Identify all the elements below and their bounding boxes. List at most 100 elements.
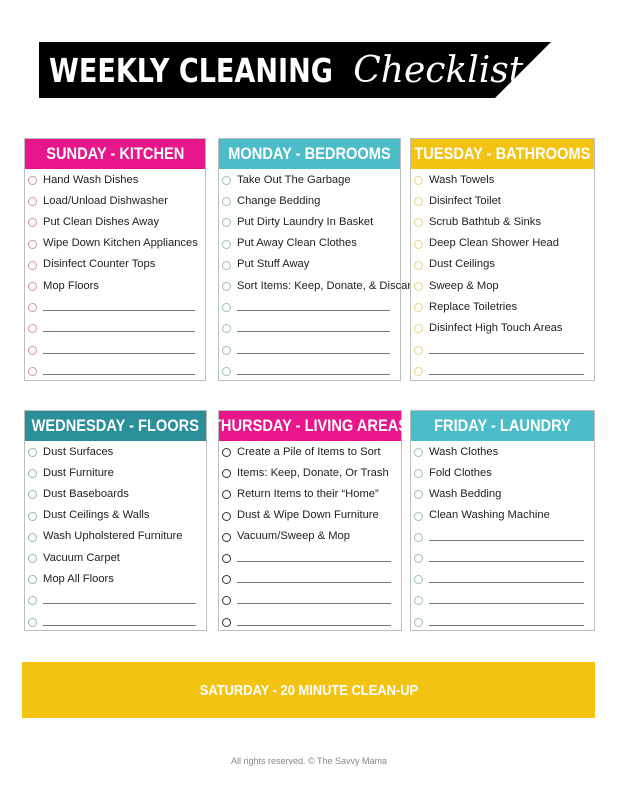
checkbox-circle-icon[interactable]	[414, 532, 423, 542]
checklist: Create a Pile of Items to Sort Items: Kee…	[219, 441, 401, 632]
blank-write-line[interactable]	[237, 310, 390, 312]
checklist-item: Disinfect High Touch Areas	[414, 317, 594, 338]
checkbox-circle-icon[interactable]	[28, 448, 37, 458]
checklist-item-label: Vacuum/Sweep & Mop	[237, 530, 350, 543]
checklist-item: Deep Clean Shower Head	[414, 233, 594, 254]
blank-write-line[interactable]	[237, 331, 390, 333]
blank-write-line[interactable]	[237, 352, 390, 354]
blank-write-line[interactable]	[43, 331, 195, 333]
blank-write-line[interactable]	[237, 603, 391, 605]
checkbox-circle-icon[interactable]	[28, 345, 37, 355]
blank-write-line[interactable]	[429, 582, 584, 584]
checklist-item: Put Stuff Away	[222, 254, 400, 275]
checkbox-circle-icon[interactable]	[222, 532, 231, 542]
checkbox-circle-icon[interactable]	[222, 197, 231, 207]
blank-checklist-item	[222, 317, 400, 338]
blank-write-line[interactable]	[237, 582, 391, 584]
checkbox-circle-icon[interactable]	[28, 218, 37, 228]
checkbox-circle-icon[interactable]	[414, 345, 423, 355]
checkbox-circle-icon[interactable]	[28, 511, 37, 521]
checklist-item: Vacuum Carpet	[28, 547, 206, 568]
checkbox-circle-icon[interactable]	[414, 469, 423, 479]
checkbox-circle-icon[interactable]	[222, 218, 231, 228]
checkbox-circle-icon[interactable]	[222, 448, 231, 458]
checkbox-circle-icon[interactable]	[414, 176, 423, 186]
checklist-item: Vacuum/Sweep & Mop	[222, 526, 401, 547]
blank-write-line[interactable]	[429, 539, 584, 541]
checklist-item-label: Fold Clothes	[429, 466, 492, 479]
checkbox-circle-icon[interactable]	[414, 448, 423, 458]
checkbox-circle-icon[interactable]	[28, 303, 37, 313]
checkbox-circle-icon[interactable]	[414, 554, 423, 564]
checkbox-circle-icon[interactable]	[222, 366, 231, 376]
checkbox-circle-icon[interactable]	[28, 532, 37, 542]
checkbox-circle-icon[interactable]	[222, 617, 231, 627]
blank-write-line[interactable]	[43, 373, 195, 375]
checkbox-circle-icon[interactable]	[414, 596, 423, 606]
checkbox-circle-icon[interactable]	[414, 303, 423, 313]
checkbox-circle-icon[interactable]	[222, 345, 231, 355]
checkbox-circle-icon[interactable]	[414, 239, 423, 249]
checkbox-circle-icon[interactable]	[28, 554, 37, 564]
blank-write-line[interactable]	[237, 561, 391, 563]
checklist-item: Take Out The Garbage	[222, 169, 400, 190]
blank-write-line[interactable]	[429, 373, 584, 375]
checkbox-circle-icon[interactable]	[28, 239, 37, 249]
checklist-item-label: Wipe Down Kitchen Appliances	[43, 237, 198, 250]
checkbox-circle-icon[interactable]	[414, 197, 423, 207]
blank-checklist-item	[28, 360, 205, 381]
checklist-item-label: Wash Upholstered Furniture	[43, 530, 183, 543]
checkbox-circle-icon[interactable]	[222, 260, 231, 270]
checkbox-circle-icon[interactable]	[222, 282, 231, 292]
checkbox-circle-icon[interactable]	[28, 197, 37, 207]
checkbox-circle-icon[interactable]	[414, 366, 423, 376]
checklist-item-label: Put Dirty Laundry In Basket	[237, 215, 374, 228]
blank-checklist-item	[414, 339, 594, 360]
blank-write-line[interactable]	[237, 373, 390, 375]
title-banner: WEEKLY CLEANING Checklist	[39, 42, 551, 98]
checklist: Take Out The Garbage Change Bedding Put Di…	[219, 169, 417, 381]
blank-write-line[interactable]	[429, 352, 584, 354]
checkbox-circle-icon[interactable]	[28, 490, 37, 500]
checkbox-circle-icon[interactable]	[222, 596, 231, 606]
checkbox-circle-icon[interactable]	[28, 366, 37, 376]
checkbox-circle-icon[interactable]	[414, 324, 423, 334]
checkbox-circle-icon[interactable]	[28, 324, 37, 334]
checkbox-circle-icon[interactable]	[414, 617, 423, 627]
checkbox-circle-icon[interactable]	[28, 282, 37, 292]
checkbox-circle-icon[interactable]	[222, 303, 231, 313]
blank-write-line[interactable]	[43, 310, 195, 312]
checklist-item: Dust Furniture	[28, 462, 206, 483]
checkbox-circle-icon[interactable]	[222, 511, 231, 521]
checkbox-circle-icon[interactable]	[28, 617, 37, 627]
saturday-banner: SATURDAY - 20 MINUTE CLEAN-UP	[22, 662, 595, 718]
checkbox-circle-icon[interactable]	[222, 554, 231, 564]
blank-write-line[interactable]	[43, 603, 196, 605]
checkbox-circle-icon[interactable]	[222, 176, 231, 186]
checkbox-circle-icon[interactable]	[222, 469, 231, 479]
checkbox-circle-icon[interactable]	[414, 511, 423, 521]
checkbox-circle-icon[interactable]	[414, 575, 423, 585]
blank-write-line[interactable]	[429, 561, 584, 563]
blank-write-line[interactable]	[429, 624, 584, 626]
checkbox-circle-icon[interactable]	[28, 575, 37, 585]
checkbox-circle-icon[interactable]	[28, 596, 37, 606]
checkbox-circle-icon[interactable]	[222, 490, 231, 500]
checkbox-circle-icon[interactable]	[414, 282, 423, 292]
day-card-header: SUNDAY - KITCHEN	[25, 139, 205, 169]
checkbox-circle-icon[interactable]	[222, 575, 231, 585]
checklist-item-label: Sweep & Mop	[429, 279, 499, 292]
checkbox-circle-icon[interactable]	[222, 239, 231, 249]
blank-write-line[interactable]	[237, 624, 391, 626]
checkbox-circle-icon[interactable]	[222, 324, 231, 334]
day-card-tuesday: TUESDAY - BATHROOMS Wash Towels Disinfect …	[410, 138, 595, 381]
checkbox-circle-icon[interactable]	[414, 218, 423, 228]
blank-write-line[interactable]	[43, 624, 196, 626]
checkbox-circle-icon[interactable]	[414, 490, 423, 500]
blank-write-line[interactable]	[43, 352, 195, 354]
checkbox-circle-icon[interactable]	[28, 176, 37, 186]
checkbox-circle-icon[interactable]	[414, 260, 423, 270]
checkbox-circle-icon[interactable]	[28, 469, 37, 479]
checkbox-circle-icon[interactable]	[28, 260, 37, 270]
blank-write-line[interactable]	[429, 603, 584, 605]
